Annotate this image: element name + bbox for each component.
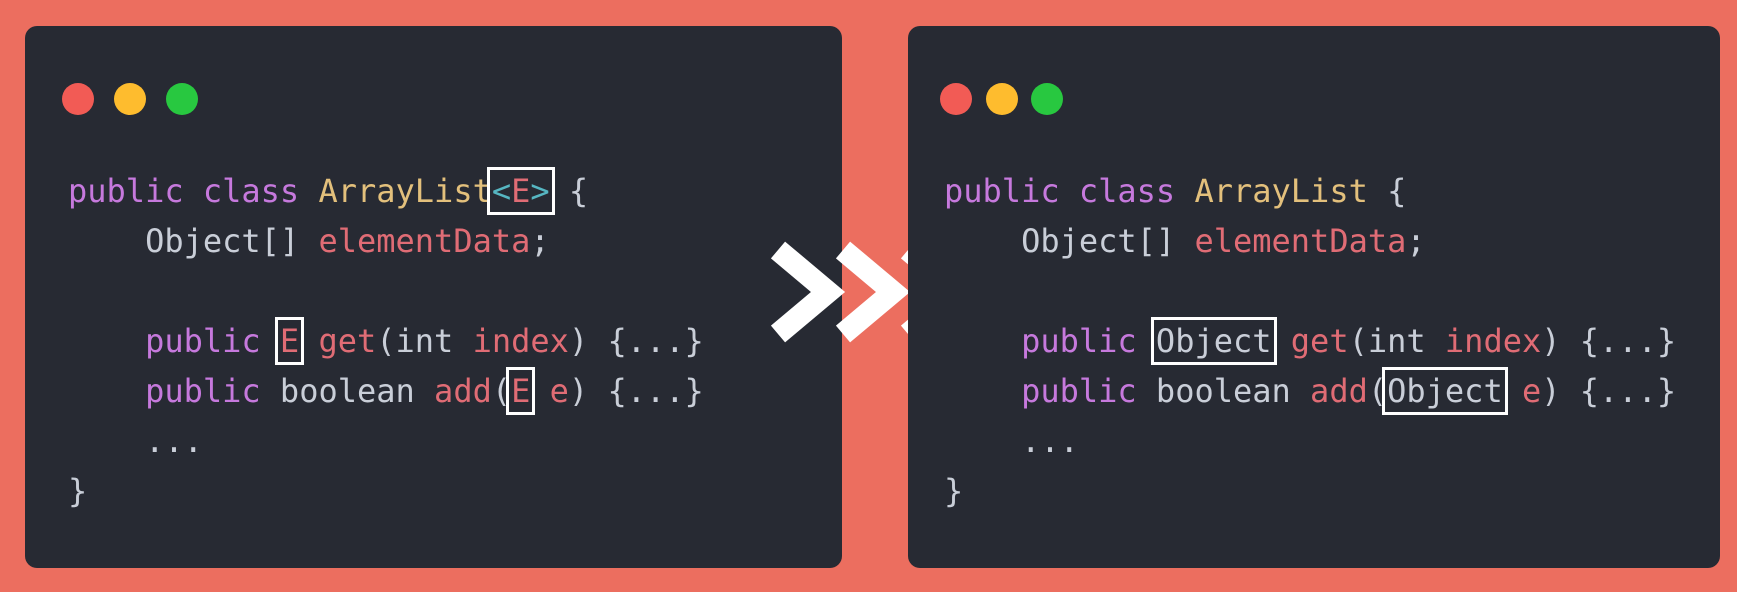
angle-close: >	[530, 172, 550, 210]
brace-close: }	[68, 472, 88, 510]
keyword-public: public	[1021, 372, 1137, 410]
method-body: ) {...}	[1541, 372, 1677, 410]
param-type: int	[1367, 322, 1426, 360]
method-name-get: get	[1290, 322, 1349, 360]
field-name: elementData	[1194, 222, 1407, 260]
method-name-add: add	[1310, 372, 1368, 410]
paren-open: (	[1367, 372, 1388, 410]
code-line-class-declaration: public class ArrayList {	[944, 166, 1676, 216]
semicolon: ;	[1406, 222, 1426, 260]
param-type-highlight: Object	[1382, 367, 1508, 415]
brace-open: {	[568, 172, 589, 210]
method-name-get: get	[318, 322, 377, 360]
paren-open: (	[376, 322, 396, 360]
field-name: elementData	[318, 222, 531, 260]
brace-close: }	[944, 472, 964, 510]
code-line-close: }	[68, 466, 704, 516]
code-line-ellipsis: ...	[944, 416, 1676, 466]
code-line-get-method: public Object get(int index) {...}	[944, 316, 1676, 366]
class-name: ArrayList	[318, 172, 492, 210]
field-type: Object[]	[1021, 222, 1176, 260]
keyword-public: public	[944, 172, 1060, 210]
brace-open: {	[1387, 172, 1407, 210]
keyword-public: public	[1021, 322, 1137, 360]
code-line-field: Object[] elementData;	[68, 216, 704, 266]
code-line-get-method: public E get(int index) {...}	[68, 316, 704, 366]
method-body: ) {...}	[1541, 322, 1677, 360]
keyword-public: public	[68, 172, 184, 210]
return-type-highlight: E	[274, 317, 305, 365]
keyword-public: public	[145, 322, 261, 360]
paren-open: (	[491, 372, 512, 410]
method-name-add: add	[434, 372, 492, 410]
ellipsis: ...	[1021, 422, 1079, 460]
field-type: Object[]	[145, 222, 300, 260]
keyword-class: class	[1078, 172, 1176, 210]
paren-open: (	[1348, 322, 1368, 360]
param-name: index	[1444, 322, 1542, 360]
code-panel-erased: public class ArrayList { Object[] elemen…	[908, 26, 1720, 568]
semicolon: ;	[530, 222, 550, 260]
angle-open: <	[491, 172, 512, 210]
code-line-add-method: public boolean add(E e) {...}	[68, 366, 704, 416]
code-line-field: Object[] elementData;	[944, 216, 1676, 266]
code-line-close: }	[944, 466, 1676, 516]
code-block-generic: public class ArrayList<E> { Object[] ele…	[68, 166, 704, 516]
param-type: int	[395, 322, 454, 360]
param-type-highlight: E	[506, 367, 536, 415]
keyword-class: class	[202, 172, 300, 210]
code-line-ellipsis: ...	[68, 416, 704, 466]
code-line-class-declaration: public class ArrayList<E> {	[68, 166, 704, 216]
param-name: e	[549, 372, 569, 410]
window-maximize-dot	[1031, 83, 1063, 115]
ellipsis: ...	[145, 422, 203, 460]
return-type: boolean	[279, 372, 415, 410]
method-body: ) {...}	[568, 372, 704, 410]
method-body: ) {...}	[568, 322, 704, 360]
class-name: ArrayList	[1194, 172, 1368, 210]
type-parameter-highlight: <E>	[486, 167, 555, 215]
window-minimize-dot	[114, 83, 146, 115]
window-minimize-dot	[986, 83, 1018, 115]
window-close-dot	[62, 83, 94, 115]
return-type-highlight: Object	[1150, 317, 1277, 365]
keyword-public: public	[145, 372, 261, 410]
window-maximize-dot	[166, 83, 198, 115]
code-block-erased: public class ArrayList { Object[] elemen…	[944, 166, 1676, 516]
window-close-dot	[940, 83, 972, 115]
code-line-add-method: public boolean add(Object e) {...}	[944, 366, 1676, 416]
type-parameter: E	[511, 172, 531, 210]
code-panel-generic: public class ArrayList<E> { Object[] ele…	[25, 26, 842, 568]
param-name: index	[472, 322, 569, 360]
return-type: boolean	[1155, 372, 1291, 410]
param-name: e	[1521, 372, 1542, 410]
